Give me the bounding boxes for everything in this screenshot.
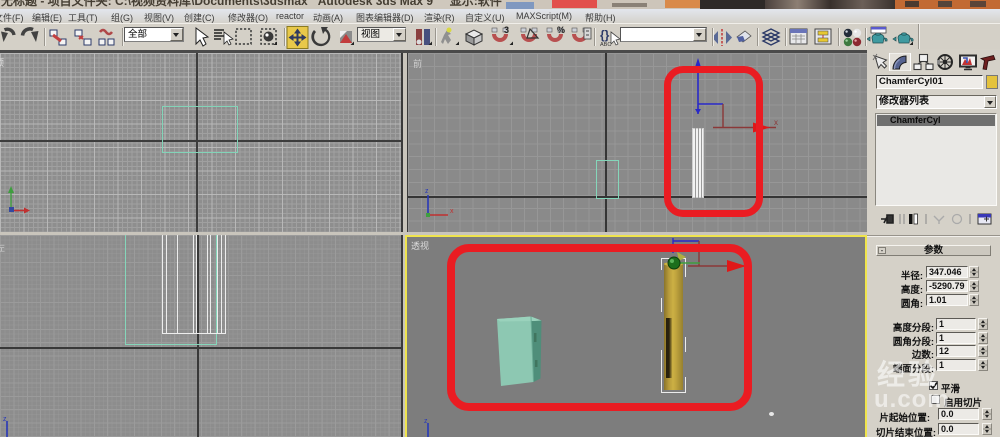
svg-text:{}: {}	[600, 28, 610, 42]
svg-text:%: %	[557, 25, 565, 35]
svg-text:x: x	[450, 208, 454, 215]
svg-text:ABC: ABC	[600, 42, 611, 48]
svg-text:z: z	[3, 416, 7, 423]
svg-text:3: 3	[504, 25, 509, 35]
svg-text:z: z	[425, 188, 429, 195]
svg-text:z: z	[424, 418, 428, 425]
svg-text:x: x	[774, 118, 778, 127]
